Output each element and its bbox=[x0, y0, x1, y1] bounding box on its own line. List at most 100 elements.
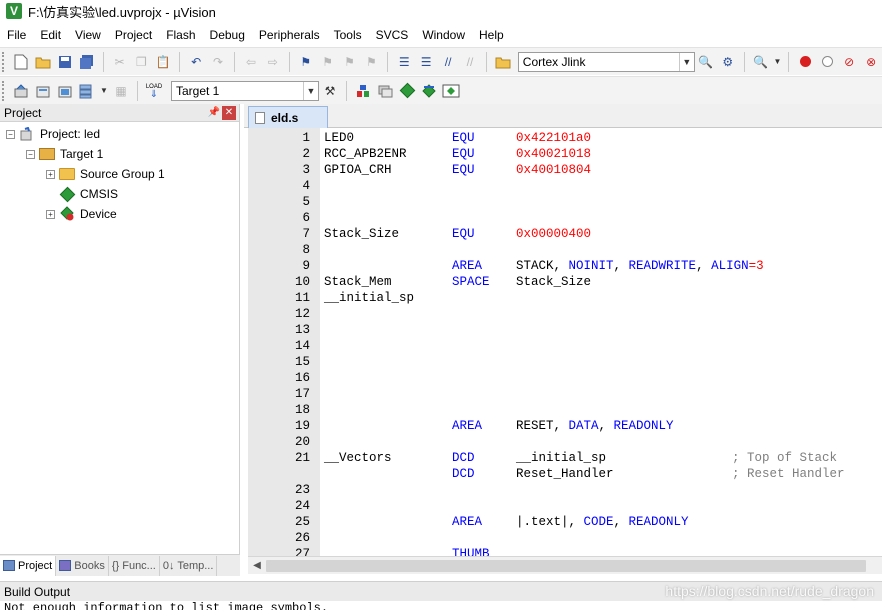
save-icon[interactable] bbox=[55, 52, 75, 72]
code-line[interactable]: 7 Stack_Size EQU 0x00000400 bbox=[248, 226, 882, 242]
tab-project[interactable]: Project bbox=[0, 555, 57, 576]
prev-bookmark-icon[interactable]: ⚑ bbox=[318, 52, 338, 72]
indent-icon[interactable]: ☰ bbox=[394, 52, 414, 72]
code-line[interactable]: 13 bbox=[248, 322, 882, 338]
tree-item-cmsis[interactable]: CMSIS bbox=[59, 184, 118, 204]
code-line[interactable]: 19 AREA RESET, DATA, READONLY bbox=[248, 418, 882, 434]
pack-installer-icon[interactable] bbox=[419, 81, 439, 101]
code-line[interactable]: 27 THUMB bbox=[248, 546, 882, 556]
menu-help[interactable]: Help bbox=[472, 24, 511, 46]
redo-icon[interactable]: ↷ bbox=[208, 52, 228, 72]
code-line[interactable]: 17 bbox=[248, 386, 882, 402]
code-line[interactable]: 21 __Vectors DCD __initial_sp ; Top of Stack bbox=[248, 450, 882, 466]
tree-item-device[interactable]: + Device bbox=[46, 204, 117, 224]
scrollbar-thumb[interactable] bbox=[266, 560, 866, 572]
editor-tab-eld-s[interactable]: eld.s bbox=[248, 106, 328, 128]
save-all-icon[interactable] bbox=[77, 52, 97, 72]
code-line[interactable]: 2 RCC_APB2ENR EQU 0x40021018 bbox=[248, 146, 882, 162]
chevron-down-icon[interactable]: ▼ bbox=[773, 52, 783, 72]
horizontal-scrollbar[interactable]: ◀ bbox=[248, 556, 882, 574]
kill-breakpoints-icon[interactable]: ⊗ bbox=[861, 52, 881, 72]
insert-breakpoint-icon[interactable] bbox=[795, 52, 815, 72]
menu-project[interactable]: Project bbox=[108, 24, 159, 46]
navigate-back-icon[interactable]: ⇦ bbox=[241, 52, 261, 72]
code-line[interactable]: 12 bbox=[248, 306, 882, 322]
menu-edit[interactable]: Edit bbox=[33, 24, 68, 46]
code-line[interactable]: 9 AREA STACK, NOINIT, READWRITE, ALIGN=3 bbox=[248, 258, 882, 274]
chevron-down-icon[interactable]: ▼ bbox=[678, 52, 694, 71]
menu-svcs[interactable]: SVCS bbox=[369, 24, 416, 46]
code-line[interactable]: 15 bbox=[248, 354, 882, 370]
menu-window[interactable]: Window bbox=[415, 24, 472, 46]
navigate-forward-icon[interactable]: ⇨ bbox=[263, 52, 283, 72]
code-line[interactable]: 16 bbox=[248, 370, 882, 386]
tree-item-source-group[interactable]: + Source Group 1 bbox=[46, 164, 165, 184]
manage-project-items-icon[interactable] bbox=[353, 81, 373, 101]
debug-settings-icon[interactable]: ⚙ bbox=[718, 52, 738, 72]
chevron-down-icon[interactable]: ▼ bbox=[99, 81, 109, 101]
code-line[interactable]: 18 bbox=[248, 402, 882, 418]
code-line[interactable]: 1 LED0 EQU 0x422101a0 bbox=[248, 130, 882, 146]
find-in-files-icon[interactable] bbox=[493, 52, 513, 72]
cut-icon[interactable]: ✂ bbox=[110, 52, 130, 72]
clear-bookmarks-icon[interactable]: ⚑ bbox=[361, 52, 381, 72]
code-line[interactable]: 6 bbox=[248, 210, 882, 226]
build-output-panel[interactable]: Not enough information to list image sym… bbox=[0, 601, 882, 610]
open-folder-icon[interactable] bbox=[33, 52, 53, 72]
unindent-icon[interactable]: ☰ bbox=[416, 52, 436, 72]
batch-build-icon[interactable] bbox=[77, 81, 97, 101]
bookmark-icon[interactable]: ⚑ bbox=[296, 52, 316, 72]
collapse-icon[interactable]: − bbox=[6, 129, 15, 139]
build-icon[interactable] bbox=[33, 81, 53, 101]
expand-icon[interactable]: + bbox=[46, 209, 55, 219]
close-icon[interactable]: ✕ bbox=[222, 105, 236, 120]
code-line[interactable]: 23 bbox=[248, 482, 882, 498]
code-line[interactable]: DCD Reset_Handler ; Reset Handler bbox=[248, 466, 882, 482]
menu-flash[interactable]: Flash bbox=[159, 24, 202, 46]
copy-icon[interactable]: ❐ bbox=[131, 52, 151, 72]
pack-update-icon[interactable] bbox=[441, 81, 461, 101]
incremental-find-icon[interactable]: 🔍 bbox=[696, 52, 716, 72]
tab-books[interactable]: Books bbox=[56, 555, 109, 576]
code-line[interactable]: 5 bbox=[248, 194, 882, 210]
tab-functions[interactable]: {} Func... bbox=[109, 555, 160, 576]
menu-file[interactable]: File bbox=[0, 24, 33, 46]
rebuild-icon[interactable] bbox=[55, 81, 75, 101]
enable-breakpoint-icon[interactable] bbox=[817, 52, 837, 72]
code-line[interactable]: 10 Stack_Mem SPACE Stack_Size bbox=[248, 274, 882, 290]
code-line[interactable]: 3 GPIOA_CRH EQU 0x40010804 bbox=[248, 162, 882, 178]
paste-icon[interactable]: 📋 bbox=[153, 52, 173, 72]
menu-view[interactable]: View bbox=[68, 24, 108, 46]
expand-icon[interactable]: + bbox=[46, 169, 55, 179]
select-packs-icon[interactable] bbox=[375, 81, 395, 101]
menu-debug[interactable]: Debug bbox=[203, 24, 252, 46]
new-file-icon[interactable] bbox=[11, 52, 31, 72]
code-line[interactable]: 20 bbox=[248, 434, 882, 450]
pin-icon[interactable]: 📌 bbox=[206, 107, 222, 118]
code-line[interactable]: 25 AREA |.text|, CODE, READONLY bbox=[248, 514, 882, 530]
code-editor[interactable]: 1 LED0 EQU 0x422101a0 2 RCC_APB2ENR EQU 0x40021… bbox=[248, 128, 882, 556]
menu-tools[interactable]: Tools bbox=[327, 24, 369, 46]
toolbar-grip[interactable] bbox=[2, 51, 6, 72]
code-line[interactable]: 8 bbox=[248, 242, 882, 258]
undo-icon[interactable]: ↶ bbox=[186, 52, 206, 72]
collapse-icon[interactable]: − bbox=[26, 149, 35, 159]
chevron-down-icon[interactable]: ▼ bbox=[303, 81, 318, 100]
code-line[interactable]: 14 bbox=[248, 338, 882, 354]
toolbar-grip[interactable] bbox=[2, 80, 6, 101]
tree-item-target[interactable]: − Target 1 bbox=[26, 144, 103, 164]
translate-icon[interactable] bbox=[11, 81, 31, 101]
code-line[interactable]: 11 __initial_sp bbox=[248, 290, 882, 306]
comment-icon[interactable]: // bbox=[438, 52, 458, 72]
code-line[interactable]: 24 bbox=[248, 498, 882, 514]
start-debug-icon[interactable]: 🔍 bbox=[751, 52, 771, 72]
target-options-icon[interactable]: ⚒ bbox=[320, 81, 340, 101]
code-line[interactable]: 4 bbox=[248, 178, 882, 194]
scroll-left-icon[interactable]: ◀ bbox=[250, 559, 264, 573]
next-bookmark-icon[interactable]: ⚑ bbox=[340, 52, 360, 72]
download-icon[interactable]: LOAD ⇓ bbox=[144, 81, 164, 101]
manage-runtime-icon[interactable] bbox=[397, 81, 417, 101]
target-select[interactable]: Target 1 ▼ bbox=[171, 80, 319, 101]
disable-breakpoints-icon[interactable]: ⊘ bbox=[839, 52, 859, 72]
tree-item-project[interactable]: − Project: led bbox=[6, 124, 100, 144]
